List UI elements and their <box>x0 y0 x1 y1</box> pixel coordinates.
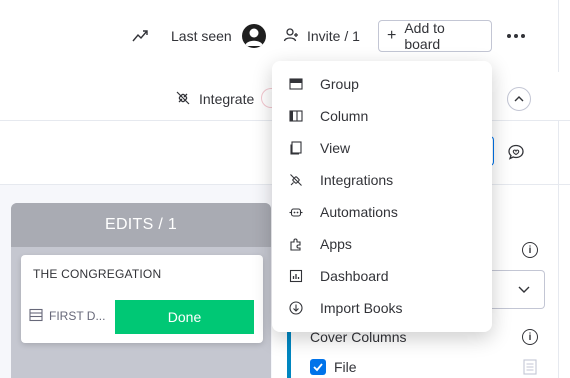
menu-item-label: Integrations <box>320 172 394 188</box>
card-title: THE CONGREGATION <box>33 267 162 281</box>
integrations-icon <box>288 172 304 188</box>
view-icon <box>288 140 304 156</box>
last-seen-button[interactable]: Last seen <box>171 24 266 48</box>
chevron-up-icon <box>514 96 524 102</box>
invite-button[interactable]: Invite / 1 <box>283 24 360 48</box>
avatar <box>241 24 266 48</box>
kanban-column: EDITS / 1 THE CONGREGATION FIRST D... Do… <box>11 203 271 378</box>
list-field-icon <box>29 308 43 322</box>
menu-item-column[interactable]: Column <box>280 100 484 132</box>
chat-bubble-icon[interactable] <box>507 143 525 161</box>
more-options-button[interactable] <box>505 26 527 46</box>
document-icon <box>523 359 537 375</box>
menu-item-label: View <box>320 140 351 156</box>
integrate-plug-icon <box>175 90 191 109</box>
menu-item-group[interactable]: Group <box>280 68 484 100</box>
add-person-icon <box>283 27 299 46</box>
menu-item-automations[interactable]: Automations <box>280 196 484 228</box>
card-field-label: FIRST D... <box>49 309 106 323</box>
menu-item-dashboard[interactable]: Dashboard <box>280 260 484 292</box>
automations-icon <box>288 204 304 220</box>
invite-label: Invite / 1 <box>307 28 360 44</box>
divider <box>558 185 559 378</box>
file-option-label: File <box>334 359 357 375</box>
integrate-button[interactable]: Integrate <box>175 88 254 110</box>
add-to-board-menu: Group Column View Integrations Automatio… <box>272 61 492 332</box>
menu-item-view[interactable]: View <box>280 132 484 164</box>
add-to-board-label: Add to board <box>404 20 445 52</box>
plus-icon: + <box>387 27 397 44</box>
menu-item-integrations[interactable]: Integrations <box>280 164 484 196</box>
divider <box>558 0 559 72</box>
menu-item-label: Automations <box>320 204 398 220</box>
menu-item-import[interactable]: Import Books <box>280 292 484 324</box>
chevron-down-icon[interactable] <box>517 282 531 296</box>
column-icon <box>288 108 304 124</box>
status-badge[interactable]: Done <box>115 300 254 334</box>
check-icon <box>313 363 323 372</box>
menu-item-label: Column <box>320 108 369 124</box>
integrate-label: Integrate <box>199 91 255 107</box>
info-icon[interactable]: i <box>522 329 538 345</box>
kanban-card[interactable]: THE CONGREGATION FIRST D... Done <box>21 255 263 343</box>
menu-item-label: Apps <box>320 236 352 252</box>
menu-item-label: Group <box>320 76 359 92</box>
collapse-header-button[interactable] <box>507 87 531 111</box>
last-seen-label: Last seen <box>171 28 232 44</box>
apps-icon <box>288 236 304 252</box>
add-to-board-button[interactable]: + Add to board <box>378 20 492 52</box>
menu-item-label: Import Books <box>320 300 403 316</box>
info-icon[interactable]: i <box>522 242 538 258</box>
more-dots-icon <box>507 34 511 38</box>
activity-icon[interactable] <box>130 26 150 46</box>
menu-item-apps[interactable]: Apps <box>280 228 484 260</box>
dashboard-icon <box>288 268 304 284</box>
kanban-column-title[interactable]: EDITS / 1 <box>11 203 271 247</box>
board-screen: Last seen Invite / 1 + Add to board Inte… <box>0 0 570 378</box>
group-icon <box>288 76 304 92</box>
menu-item-label: Dashboard <box>320 268 389 284</box>
import-icon <box>288 300 304 316</box>
divider <box>558 121 559 185</box>
file-checkbox[interactable] <box>310 359 326 375</box>
